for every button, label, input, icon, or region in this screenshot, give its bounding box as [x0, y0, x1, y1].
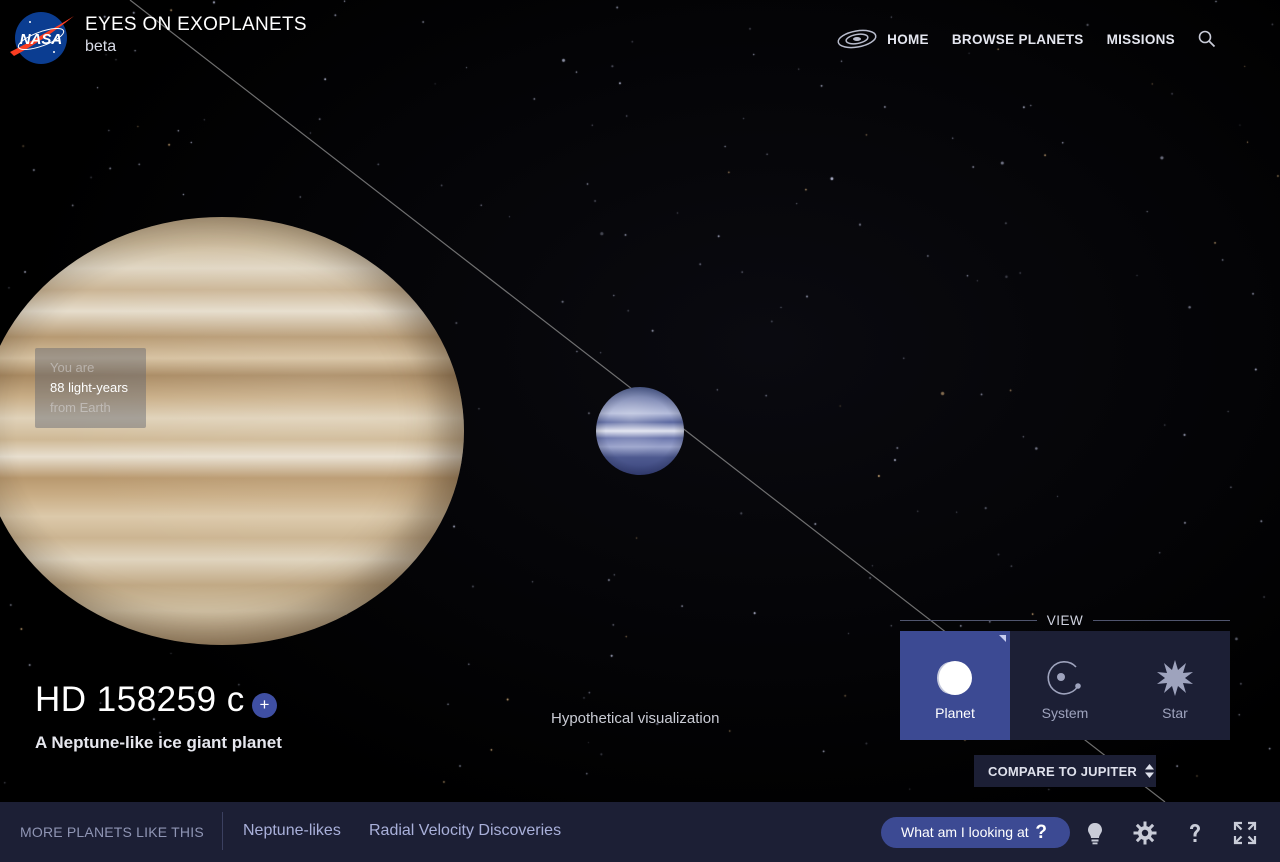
planet-icon: [937, 661, 972, 695]
fullscreen-icon[interactable]: [1233, 821, 1257, 845]
view-star-button[interactable]: Star: [1120, 631, 1230, 740]
sort-arrows-icon: [1145, 764, 1155, 778]
more-planets-label: MORE PLANETS LIKE THIS: [20, 824, 204, 840]
distance-line-1: You are: [50, 360, 95, 375]
view-star-label: Star: [1162, 705, 1188, 721]
planet-description: A Neptune-like ice giant planet: [35, 733, 282, 752]
distance-value: 88 light-years: [50, 380, 129, 395]
view-selector: Planet System Star: [900, 631, 1230, 740]
bottom-bar-divider: [222, 812, 223, 850]
question-icon: ?: [1035, 822, 1047, 843]
system-icon: [1047, 661, 1081, 695]
link-neptune-likes[interactable]: Neptune-likes: [243, 822, 341, 840]
nav-missions[interactable]: MISSIONS: [1107, 32, 1175, 47]
main-nav: HOME BROWSE PLANETS MISSIONS: [836, 28, 1216, 50]
nav-home[interactable]: HOME: [887, 32, 929, 47]
view-planet-button[interactable]: Planet: [900, 631, 1010, 740]
galaxy-icon[interactable]: [836, 28, 878, 50]
planet-name: HD 158259 c: [35, 680, 245, 719]
view-planet-label: Planet: [935, 705, 975, 721]
bottom-bar: MORE PLANETS LIKE THIS Neptune-likes Rad…: [0, 802, 1280, 862]
nasa-logo-text: NASA: [20, 31, 63, 48]
star-icon: [1157, 660, 1193, 696]
view-system-label: System: [1041, 705, 1089, 721]
what-am-i-looking-at-label: What am I looking at: [901, 824, 1029, 840]
view-system-button[interactable]: System: [1010, 631, 1120, 740]
nav-browse-planets[interactable]: BROWSE PLANETS: [952, 32, 1084, 47]
what-am-i-looking-at-button[interactable]: What am I looking at ?: [881, 817, 1070, 848]
compare-label: COMPARE TO JUPITER: [988, 763, 1138, 779]
gear-icon[interactable]: [1133, 821, 1157, 845]
active-corner-marker: [999, 635, 1006, 642]
help-icon[interactable]: [1183, 821, 1207, 845]
link-radial-velocity-discoveries[interactable]: Radial Velocity Discoveries: [369, 822, 561, 840]
visualization-note: Hypothetical visualization: [551, 710, 720, 727]
distance-card: You are 88 light-years from Earth: [35, 348, 146, 428]
view-label: VIEW: [1046, 612, 1084, 628]
nasa-logo[interactable]: NASA: [8, 8, 76, 68]
search-icon[interactable]: [1198, 30, 1216, 48]
app-title[interactable]: EYES ON EXOPLANETS: [85, 14, 307, 36]
view-heading: VIEW: [900, 611, 1231, 629]
compare-to-jupiter-button[interactable]: COMPARE TO JUPITER: [974, 755, 1156, 787]
exoplanet-render[interactable]: [596, 387, 684, 475]
jupiter-comparison-planet: [0, 217, 464, 645]
add-planet-button[interactable]: +: [252, 693, 277, 718]
app-subtitle: beta: [85, 38, 117, 55]
distance-line-3: from Earth: [50, 400, 111, 415]
lightbulb-icon[interactable]: [1083, 821, 1107, 845]
